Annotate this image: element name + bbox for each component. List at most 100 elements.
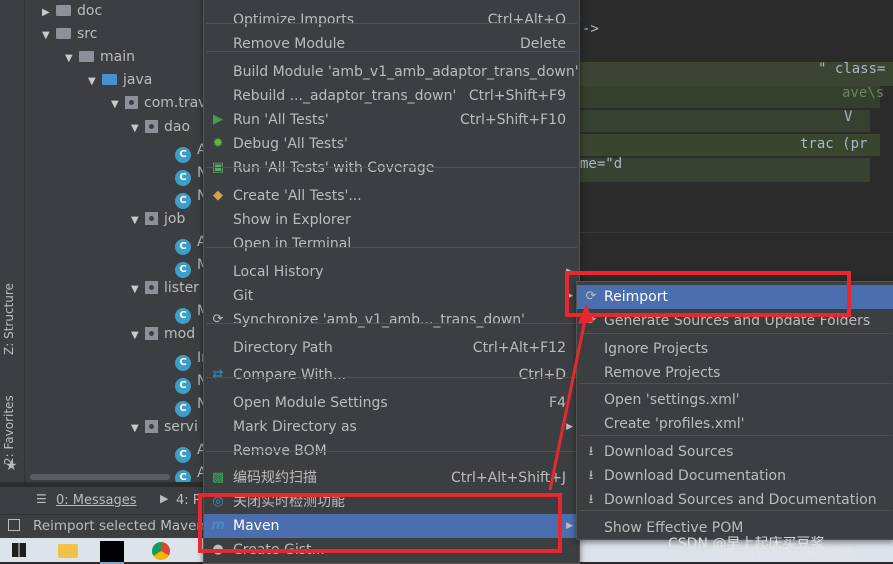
tree-node[interactable]: CN [175, 162, 203, 186]
tree-node[interactable]: ▼ com.trav [111, 92, 203, 115]
menu-separator [206, 167, 577, 168]
collapse-arrow-icon[interactable]: ▼ [131, 417, 145, 440]
collapse-arrow-icon[interactable]: ▼ [131, 324, 145, 347]
file-explorer-icon[interactable] [58, 544, 78, 558]
tree-node-label: src [77, 26, 98, 43]
menu-item[interactable]: Remove Projects [577, 361, 893, 385]
menu-item[interactable]: Open in Terminal [204, 232, 579, 256]
menu-item[interactable]: ▶ Run 'All Tests' Ctrl+Shift+F10 [204, 108, 579, 132]
tree-node[interactable]: CN [175, 370, 203, 394]
tree-node[interactable]: ▼ src [42, 23, 97, 46]
tree-node[interactable]: ▼ servi [131, 416, 198, 439]
run-tab-icon: ▶ [160, 492, 169, 505]
folder-icon [79, 51, 94, 63]
tree-node-label: com.trav [144, 95, 203, 112]
package-icon [145, 119, 158, 133]
menu-item[interactable]: Build Module 'amb_v1_amb_adaptor_trans_d… [204, 60, 579, 84]
run-icon: ▶ [213, 112, 223, 127]
package-icon [125, 96, 138, 110]
menu-item-shortcut: Ctrl+Shift+F9 [468, 88, 566, 104]
tree-node[interactable]: ▼ mod [131, 323, 195, 346]
horizontal-scrollbar[interactable] [30, 474, 170, 480]
messages-tab[interactable]: 0: Messages [56, 493, 137, 508]
tree-node[interactable]: ▼ job [131, 208, 185, 231]
menu-item[interactable]: Optimize Imports Ctrl+Alt+O [204, 8, 579, 32]
tree-node[interactable]: ▼ lister [131, 277, 199, 300]
tree-node[interactable]: CM [175, 254, 203, 279]
menu-item[interactable]: Local History ▶ [204, 260, 579, 284]
menu-item[interactable]: ▣ Run 'All Tests' with Coverage [204, 156, 579, 180]
tree-node[interactable]: CN [175, 185, 203, 209]
tree-node[interactable]: ▼ java [88, 69, 152, 92]
menu-item[interactable]: Mark Directory as ▶ [204, 415, 579, 439]
collapse-arrow-icon[interactable]: ▼ [131, 209, 145, 232]
tree-node[interactable]: CA [175, 439, 203, 463]
menu-item-label: Run 'All Tests' with Coverage [233, 160, 435, 176]
menu-item[interactable]: Open 'settings.xml' [577, 388, 893, 412]
class-icon: C [175, 446, 191, 463]
menu-item[interactable]: ⭳ Download Documentation [577, 464, 893, 488]
favorites-tab[interactable]: 2: Favorites [2, 385, 22, 465]
messages-icon: ☰ [36, 492, 47, 506]
tree-node[interactable]: ▼ dao [131, 116, 190, 139]
tree-node[interactable]: CA [175, 462, 203, 482]
menu-item-label: Debug 'All Tests' [233, 136, 348, 152]
collapse-arrow-icon[interactable]: ▼ [131, 278, 145, 301]
menu-separator [206, 51, 577, 52]
arrow-shaft [548, 314, 588, 491]
editor-line: -> [582, 21, 599, 37]
menu-item-shortcut: Ctrl+Shift+F10 [459, 112, 566, 128]
menu-item[interactable]: Ignore Projects [577, 337, 893, 361]
structure-tab[interactable]: Z: Structure [2, 265, 22, 355]
windows-start-icon[interactable] [12, 543, 26, 557]
watermark: CSDN @早上起床买豆浆 [720, 546, 855, 560]
collapse-arrow-icon[interactable]: ▼ [88, 70, 102, 93]
collapse-arrow-icon[interactable]: ▼ [42, 24, 56, 47]
menu-item[interactable]: Create 'profiles.xml' [577, 412, 893, 436]
menu-item[interactable]: ◆ Create 'All Tests'... [204, 184, 579, 208]
tree-node-label: dao [164, 118, 191, 135]
menu-item-label: Ignore Projects [604, 341, 709, 357]
menu-item[interactable]: ▩ 编码规约扫描 Ctrl+Alt+Shift+J [204, 466, 579, 490]
menu-item[interactable]: Remove Module Delete [204, 32, 579, 56]
menu-item[interactable]: Rebuild ..._adaptor_trans_down' Ctrl+Shif… [204, 84, 579, 108]
reimport-highlight [565, 271, 851, 317]
menu-item[interactable]: Directory Path Ctrl+Alt+F12 [204, 336, 579, 360]
intellij-icon[interactable] [100, 541, 124, 564]
expand-arrow-icon[interactable]: ▶ [42, 1, 56, 24]
maven-highlight [198, 493, 562, 553]
maven-submenu: ⟳Reimport⟳Generate Sources and Update Fo… [576, 281, 893, 540]
menu-separator [206, 247, 577, 248]
menu-item[interactable]: ⇄ Compare With... Ctrl+D [204, 363, 579, 387]
tree-node-label: mod [164, 326, 196, 343]
status-text: Reimport selected Maven [33, 518, 205, 534]
menu-item[interactable]: ⭳ Download Sources [577, 440, 893, 464]
menu-item[interactable]: ⟳ Synchronize 'amb_v1_amb..._trans_down' [204, 308, 579, 332]
menu-separator [579, 333, 892, 334]
tree-node[interactable]: CA [175, 231, 203, 255]
chrome-icon[interactable] [152, 542, 170, 560]
menu-item[interactable]: ⭳ Download Sources and Documentation [577, 488, 893, 512]
tree-node[interactable]: CA [175, 139, 203, 163]
class-icon: C [175, 239, 191, 255]
menu-item[interactable]: Open Module Settings F4 [204, 391, 579, 415]
class-icon: C [175, 262, 191, 279]
tree-node[interactable]: CM [175, 300, 203, 325]
tree-node[interactable]: CN [175, 393, 203, 417]
tree-node[interactable]: CIr [175, 347, 203, 371]
folder-icon [56, 5, 71, 16]
tree-node-label: main [100, 49, 135, 66]
menu-item[interactable]: Git ▶ [204, 284, 579, 308]
menu-item-label: Mark Directory as [233, 419, 357, 435]
project-tree: ▶ doc ▼ src ▼ main ▼ java ▼ com.trav ▼ dao C A C N C N ▼ jo… [25, 0, 203, 482]
tree-node-label: servi [164, 418, 198, 435]
menu-item-label: Compare With... [233, 367, 347, 383]
menu-item-label: Open Module Settings [233, 395, 388, 411]
menu-item[interactable]: Show in Explorer [204, 208, 579, 232]
tree-node[interactable]: ▼ main [65, 46, 135, 69]
menu-item[interactable]: ✹ Debug 'All Tests' [204, 132, 579, 156]
collapse-arrow-icon[interactable]: ▼ [131, 117, 145, 140]
collapse-arrow-icon[interactable]: ▼ [111, 93, 125, 116]
collapse-arrow-icon[interactable]: ▼ [65, 47, 79, 70]
tree-node[interactable]: ▶ doc [42, 0, 102, 23]
